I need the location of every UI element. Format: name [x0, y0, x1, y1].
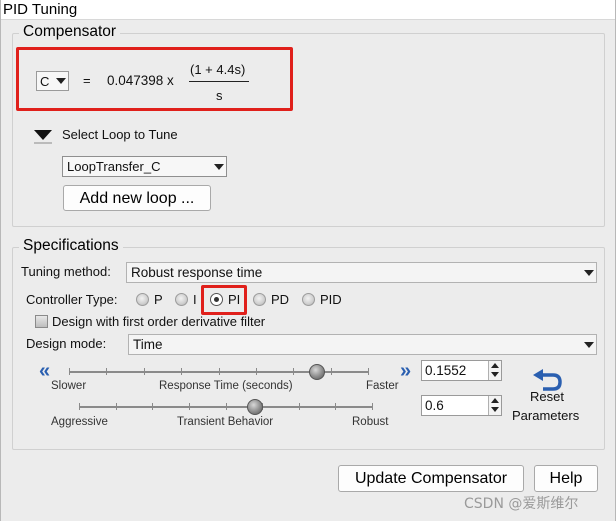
slider-tick — [181, 368, 182, 375]
update-compensator-label: Update Compensator — [354, 470, 508, 487]
slider-tick — [368, 368, 369, 375]
parameters-label: Parameters — [512, 408, 580, 423]
down-arrow-icon[interactable] — [491, 372, 499, 377]
transient-spinner[interactable]: 0.6 — [421, 395, 502, 416]
specifications-title: Specifications — [19, 237, 123, 255]
controller-type-label: Controller Type: — [26, 292, 118, 307]
slider-tick — [331, 368, 332, 375]
faster-label: Faster — [366, 380, 399, 392]
derivative-filter-checkbox[interactable] — [35, 315, 48, 328]
radio-p[interactable] — [136, 293, 149, 306]
up-arrow-icon[interactable] — [491, 398, 499, 403]
add-new-loop-button[interactable]: Add new loop ... — [63, 185, 211, 211]
tuning-method-select[interactable]: Robust response time — [126, 262, 597, 283]
tuning-method-value: Robust response time — [131, 265, 263, 280]
fraction-bar — [189, 81, 249, 82]
response-time-stepper[interactable] — [488, 361, 501, 380]
compensator-gain: 0.047398 x — [107, 73, 174, 88]
select-loop-label: Select Loop to Tune — [62, 127, 178, 142]
slider-tick — [226, 403, 227, 410]
compensator-title: Compensator — [19, 23, 121, 41]
chevron-down-icon — [214, 164, 224, 170]
radio-pd-label: PD — [271, 292, 290, 307]
slider-tick — [293, 368, 294, 375]
compensator-denominator: s — [216, 88, 223, 103]
slider-tick — [69, 368, 70, 375]
loop-select-value: LoopTransfer_C — [67, 159, 161, 174]
chevron-down-icon — [584, 270, 594, 276]
slider-tick — [116, 403, 117, 410]
equals-sign: = — [83, 73, 91, 88]
design-mode-value: Time — [133, 337, 163, 352]
slider-tick — [144, 368, 145, 375]
slider-tick — [219, 368, 220, 375]
radio-pd[interactable] — [253, 293, 266, 306]
radio-i[interactable] — [175, 293, 188, 306]
transient-value: 0.6 — [425, 398, 444, 413]
title-bar: PID Tuning — [0, 0, 616, 20]
compensator-variable: C — [40, 74, 50, 89]
reset-parameters-button[interactable]: Reset Parameters — [509, 368, 585, 424]
update-compensator-button[interactable]: Update Compensator — [338, 465, 524, 492]
faster-arrows-icon[interactable]: » — [400, 361, 411, 381]
slider-tick — [79, 403, 80, 410]
slower-arrows-icon[interactable]: « — [39, 361, 50, 381]
reset-label: Reset — [530, 389, 564, 404]
slider-tick — [189, 403, 190, 410]
transient-behavior-label: Transient Behavior — [177, 416, 274, 428]
slider-tick — [299, 403, 300, 410]
robust-label: Robust — [352, 416, 389, 428]
design-mode-label: Design mode: — [26, 336, 107, 351]
slower-label: Slower — [51, 380, 87, 392]
chevron-down-icon — [584, 342, 594, 348]
radio-pi-label: PI — [228, 292, 241, 307]
slider-tick — [335, 403, 336, 410]
slider-tick — [152, 403, 153, 410]
slider-tick — [372, 403, 373, 410]
slider-tick — [106, 368, 107, 375]
design-mode-select[interactable]: Time — [128, 334, 597, 355]
response-time-value: 0.1552 — [425, 363, 467, 378]
chevron-down-icon — [56, 78, 66, 84]
add-new-loop-label: Add new loop ... — [79, 190, 195, 207]
radio-pid[interactable] — [302, 293, 315, 306]
help-button[interactable]: Help — [534, 465, 598, 492]
collapse-arrow-shadow — [34, 142, 52, 144]
aggressive-label: Aggressive — [51, 416, 108, 428]
loop-select[interactable]: LoopTransfer_C — [62, 156, 227, 177]
radio-pid-label: PID — [320, 292, 342, 307]
response-time-label: Response Time (seconds) — [159, 380, 293, 392]
radio-i-label: I — [193, 292, 197, 307]
derivative-filter-label: Design with first order derivative filte… — [52, 314, 266, 329]
compensator-numerator: (1 + 4.4s) — [190, 62, 246, 77]
compensator-variable-select[interactable]: C — [36, 71, 69, 91]
window-title: PID Tuning — [3, 1, 78, 18]
watermark: CSDN @爱斯维尔 — [464, 496, 579, 512]
help-label: Help — [549, 470, 583, 487]
radio-p-label: P — [154, 292, 163, 307]
slider-tick — [256, 368, 257, 375]
up-arrow-icon[interactable] — [491, 363, 499, 368]
transient-knob[interactable] — [246, 399, 263, 415]
transient-stepper[interactable] — [488, 396, 501, 415]
collapse-arrow-icon[interactable] — [34, 130, 52, 140]
tuning-method-label: Tuning method: — [21, 264, 111, 279]
radio-pi[interactable] — [210, 293, 223, 306]
down-arrow-icon[interactable] — [491, 407, 499, 412]
response-time-spinner[interactable]: 0.1552 — [421, 360, 502, 381]
